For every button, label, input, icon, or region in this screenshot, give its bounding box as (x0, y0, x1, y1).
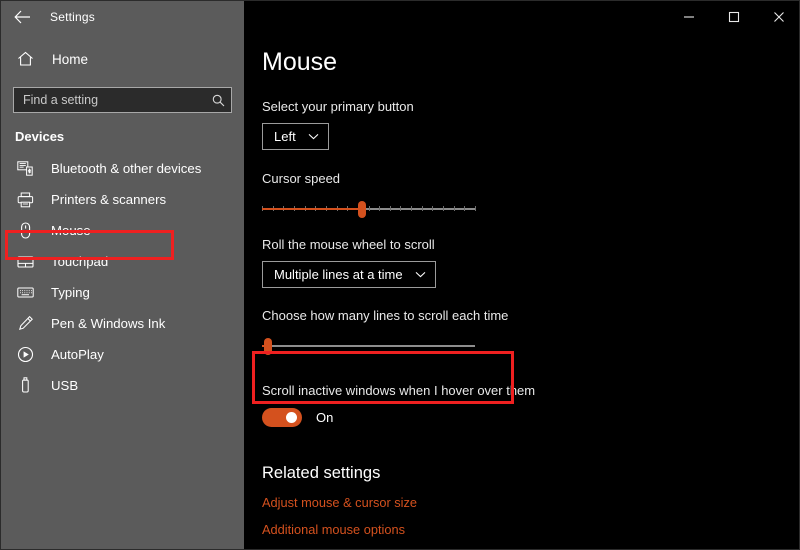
window-title: Settings (50, 9, 95, 24)
scroll-inactive-label: Scroll inactive windows when I hover ove… (262, 383, 536, 398)
chevron-down-icon (308, 133, 319, 140)
slider-thumb[interactable] (264, 338, 273, 355)
sidebar-item-typing[interactable]: Typing (1, 277, 244, 308)
autoplay-icon (17, 346, 39, 363)
sidebar-item-bluetooth-other-devices[interactable]: Bluetooth & other devices (1, 153, 244, 184)
related-settings-title: Related settings (262, 464, 381, 482)
keyboard-icon (17, 286, 39, 299)
mouse-icon (17, 222, 39, 239)
search-input[interactable] (23, 93, 212, 107)
printer-icon (17, 192, 39, 208)
wheel-scroll-label: Roll the mouse wheel to scroll (262, 237, 435, 252)
wheel-scroll-select[interactable]: Multiple lines at a time (262, 261, 436, 288)
sidebar-item-usb[interactable]: USB (1, 370, 244, 401)
usb-icon (17, 377, 39, 394)
bluetooth-devices-icon (17, 161, 39, 176)
related-link-adjust-mouse-cursor-size[interactable]: Adjust mouse & cursor size (262, 495, 799, 510)
primary-button-label: Select your primary button (262, 99, 414, 114)
sidebar-item-label: Bluetooth & other devices (51, 161, 202, 176)
sidebar-item-mouse[interactable]: Mouse (1, 215, 244, 246)
search-icon[interactable] (212, 94, 225, 107)
back-button[interactable] (1, 1, 43, 32)
close-icon (773, 11, 784, 22)
title-bar: Settings (1, 1, 799, 32)
pen-icon (17, 315, 39, 332)
sidebar-item-label: Mouse (51, 223, 91, 238)
minimize-icon (683, 15, 694, 18)
scroll-inactive-toggle-row: On (262, 408, 799, 427)
lines-to-scroll-slider[interactable] (262, 337, 475, 355)
page-title: Mouse (262, 48, 338, 76)
sidebar-home-label: Home (52, 51, 89, 67)
primary-button-value: Left (274, 129, 296, 144)
minimize-button[interactable] (666, 1, 711, 32)
toggle-state-label: On (316, 410, 334, 425)
sidebar-item-label: Touchpad (51, 254, 109, 269)
primary-button-select[interactable]: Left (262, 123, 329, 150)
main-content: Mouse Select your primary button Left Cu… (244, 32, 799, 549)
cursor-speed-slider[interactable] (262, 200, 476, 218)
title-bar-left: Settings (1, 1, 244, 32)
related-link-additional-mouse-options[interactable]: Additional mouse options (262, 522, 799, 537)
settings-window: Settings Home Find a setting Devices Blu… (0, 0, 800, 550)
sidebar-item-pen-windows-ink[interactable]: Pen & Windows Ink (1, 308, 244, 339)
sidebar-item-label: Pen & Windows Ink (51, 316, 166, 331)
cursor-speed-label: Cursor speed (262, 171, 341, 186)
back-arrow-icon (13, 10, 30, 23)
slider-fill (262, 208, 363, 210)
sidebar-item-home[interactable]: Home (1, 42, 244, 76)
maximize-button[interactable] (711, 1, 756, 32)
window-controls (244, 1, 799, 32)
slider-track (262, 345, 475, 347)
sidebar-item-label: USB (51, 378, 79, 393)
wheel-scroll-value: Multiple lines at a time (274, 267, 403, 282)
sidebar-item-label: Printers & scanners (51, 192, 167, 207)
sidebar-item-touchpad[interactable]: Touchpad (1, 246, 244, 277)
search-box[interactable] (13, 87, 232, 113)
sidebar-item-label: AutoPlay (51, 347, 104, 362)
lines-to-scroll-label: Choose how many lines to scroll each tim… (262, 308, 509, 323)
sidebar-nav-list: Bluetooth & other devices Printers & sca… (1, 153, 244, 401)
toggle-knob (286, 412, 297, 423)
sidebar-item-label: Typing (51, 285, 90, 300)
sidebar-section-title: Devices (15, 129, 65, 144)
sidebar-item-printers-scanners[interactable]: Printers & scanners (1, 184, 244, 215)
sidebar: Home Devices Bluetooth & o (1, 32, 244, 549)
home-icon (18, 51, 33, 66)
maximize-icon (728, 11, 739, 22)
touchpad-icon (17, 255, 39, 269)
chevron-down-icon (415, 271, 426, 278)
scroll-inactive-toggle[interactable] (262, 408, 302, 427)
close-button[interactable] (756, 1, 799, 32)
slider-thumb[interactable] (358, 201, 367, 218)
sidebar-item-autoplay[interactable]: AutoPlay (1, 339, 244, 370)
